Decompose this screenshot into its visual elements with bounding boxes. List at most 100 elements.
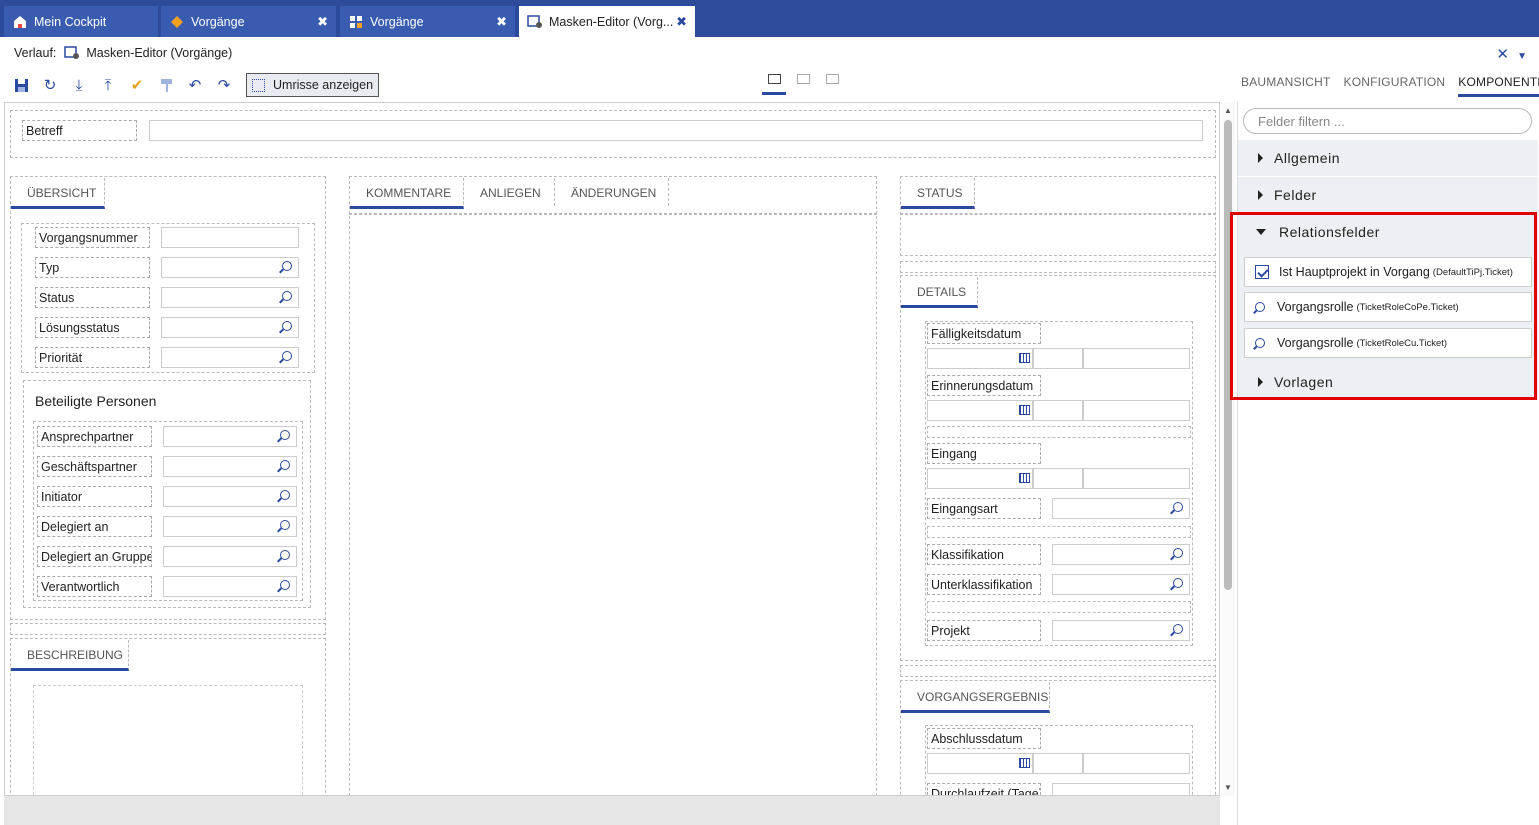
scroll-down-icon[interactable]: ▼ xyxy=(1224,783,1232,792)
search-icon[interactable] xyxy=(280,550,290,560)
field-label-klassifikation[interactable]: Klassifikation xyxy=(927,544,1041,565)
brush-icon[interactable]: ✔ xyxy=(126,74,148,96)
category-felder[interactable]: Felder xyxy=(1238,177,1538,213)
abschlussdatum-time[interactable] xyxy=(1033,753,1083,774)
tablet-icon[interactable] xyxy=(820,74,844,92)
field-label-betreff[interactable]: Betreff xyxy=(22,120,137,141)
scroll-up-icon[interactable]: ▲ xyxy=(1224,106,1232,115)
geschaeftspartner-input[interactable] xyxy=(163,456,297,477)
show-outlines-button[interactable]: Umrisse anzeigen xyxy=(246,73,380,97)
subject-input[interactable] xyxy=(149,120,1203,141)
download-icon[interactable]: ⤓ xyxy=(68,74,90,96)
unterklassifikation-input[interactable] xyxy=(1052,574,1190,595)
search-icon[interactable] xyxy=(280,460,290,470)
save-icon[interactable] xyxy=(10,74,32,96)
calendar-icon[interactable] xyxy=(1019,473,1030,483)
field-label-abschlussdatum[interactable]: Abschlussdatum xyxy=(927,728,1041,749)
filter-input[interactable]: Felder filtern ... xyxy=(1243,108,1532,134)
field-label-erinnerungsdatum[interactable]: Erinnerungsdatum xyxy=(927,375,1041,396)
typ-input[interactable] xyxy=(161,257,299,278)
tab-beschreibung[interactable]: BESCHREIBUNG xyxy=(11,640,129,671)
field-label-durchlaufzeit[interactable]: Durchlaufzeit (Tage) xyxy=(927,783,1041,795)
field-label-unterklassifikation[interactable]: Unterklassifikation xyxy=(927,574,1041,595)
search-icon[interactable] xyxy=(1173,502,1183,512)
durchlaufzeit-input[interactable] xyxy=(1052,783,1190,795)
prioritaet-input[interactable] xyxy=(161,347,299,368)
verantwortlich-input[interactable] xyxy=(163,576,297,597)
close-icon[interactable]: ✖ xyxy=(676,14,687,30)
eingang-input[interactable] xyxy=(927,468,1033,489)
close-icon[interactable]: ✖ xyxy=(317,14,328,30)
paint-roller-icon[interactable] xyxy=(155,74,177,96)
field-label-ansprechpartner[interactable]: Ansprechpartner xyxy=(37,426,152,447)
field-label-eingangsart[interactable]: Eingangsart xyxy=(927,498,1041,519)
abschlussdatum-extra[interactable] xyxy=(1083,753,1190,774)
search-icon[interactable] xyxy=(282,351,292,361)
tab-status[interactable]: STATUS xyxy=(901,178,975,209)
field-label-geschaeftspartner[interactable]: Geschäftspartner xyxy=(37,456,152,477)
search-icon[interactable] xyxy=(282,291,292,301)
vorgangsnummer-input[interactable] xyxy=(161,227,299,248)
tab-details[interactable]: DETAILS xyxy=(901,277,978,308)
field-label-initiator[interactable]: Initiator xyxy=(37,486,152,507)
erinnerungsdatum-input[interactable] xyxy=(927,400,1033,421)
search-icon[interactable] xyxy=(1173,624,1183,634)
search-icon[interactable] xyxy=(280,580,290,590)
field-label-faelligkeitsdatum[interactable]: Fälligkeitsdatum xyxy=(927,323,1041,344)
projekt-input[interactable] xyxy=(1052,620,1190,641)
tab-vorgaenge-1[interactable]: Vorgänge ✖ xyxy=(161,6,336,37)
tab-konfiguration[interactable]: KONFIGURATION xyxy=(1344,75,1446,97)
status-input[interactable] xyxy=(161,287,299,308)
erinnerungsdatum-extra[interactable] xyxy=(1083,400,1190,421)
search-icon[interactable] xyxy=(280,520,290,530)
chevron-down-icon[interactable]: ▼ xyxy=(1517,51,1527,62)
horizontal-scrollbar[interactable] xyxy=(4,796,1220,825)
search-icon[interactable] xyxy=(280,430,290,440)
tab-aenderungen[interactable]: ÄNDERUNGEN xyxy=(555,178,669,206)
field-label-delegiert-an[interactable]: Delegiert an xyxy=(37,516,152,537)
field-label-prioritaet[interactable]: Priorität xyxy=(35,347,150,368)
calendar-icon[interactable] xyxy=(1019,758,1030,768)
ansprechpartner-input[interactable] xyxy=(163,426,297,447)
tab-mein-cockpit[interactable]: Mein Cockpit xyxy=(4,6,158,37)
field-label-projekt[interactable]: Projekt xyxy=(927,620,1041,641)
eingang-extra[interactable] xyxy=(1083,468,1190,489)
vertical-scrollbar[interactable]: ▲ ▼ xyxy=(1221,102,1235,796)
loesungsstatus-input[interactable] xyxy=(161,317,299,338)
initiator-input[interactable] xyxy=(163,486,297,507)
close-icon[interactable]: ✕ xyxy=(1496,46,1509,63)
redo-icon[interactable]: ↷ xyxy=(213,74,235,96)
refresh-icon[interactable]: ↻ xyxy=(39,74,61,96)
klassifikation-input[interactable] xyxy=(1052,544,1190,565)
tab-masken-editor[interactable]: Masken-Editor (Vorg... ✖ xyxy=(519,6,695,37)
delegiert-an-input[interactable] xyxy=(163,516,297,537)
search-icon[interactable] xyxy=(282,321,292,331)
search-icon[interactable] xyxy=(1173,578,1183,588)
tab-anliegen[interactable]: ANLIEGEN xyxy=(464,178,555,206)
search-icon[interactable] xyxy=(280,490,290,500)
close-icon[interactable]: ✖ xyxy=(496,14,507,30)
undo-icon[interactable]: ↶ xyxy=(184,74,206,96)
upload-icon[interactable]: ⤒ xyxy=(97,74,119,96)
field-label-eingang[interactable]: Eingang xyxy=(927,443,1041,464)
field-label-loesungsstatus[interactable]: Lösungsstatus xyxy=(35,317,150,338)
search-icon[interactable] xyxy=(1173,548,1183,558)
field-label-status[interactable]: Status xyxy=(35,287,150,308)
category-allgemein[interactable]: Allgemein xyxy=(1238,140,1538,176)
erinnerungsdatum-time[interactable] xyxy=(1033,400,1083,421)
faelligkeitsdatum-time[interactable] xyxy=(1033,348,1083,369)
tab-komponenten[interactable]: KOMPONENTEN xyxy=(1458,75,1539,97)
field-label-vorgangsnummer[interactable]: Vorgangsnummer xyxy=(35,227,150,248)
faelligkeitsdatum-extra[interactable] xyxy=(1083,348,1190,369)
field-label-verantwortlich[interactable]: Verantwortlich xyxy=(37,576,152,597)
description-textarea[interactable] xyxy=(33,685,303,795)
tab-baumansicht[interactable]: BAUMANSICHT xyxy=(1241,75,1331,97)
delegiert-an-gruppe-input[interactable] xyxy=(163,546,297,567)
tab-kommentare[interactable]: KOMMENTARE xyxy=(350,178,464,209)
abschlussdatum-input[interactable] xyxy=(927,753,1033,774)
eingang-time[interactable] xyxy=(1033,468,1083,489)
faelligkeitsdatum-input[interactable] xyxy=(927,348,1033,369)
eingangsart-input[interactable] xyxy=(1052,498,1190,519)
tab-vorgaenge-2[interactable]: Vorgänge ✖ xyxy=(340,6,515,37)
calendar-icon[interactable] xyxy=(1019,405,1030,415)
